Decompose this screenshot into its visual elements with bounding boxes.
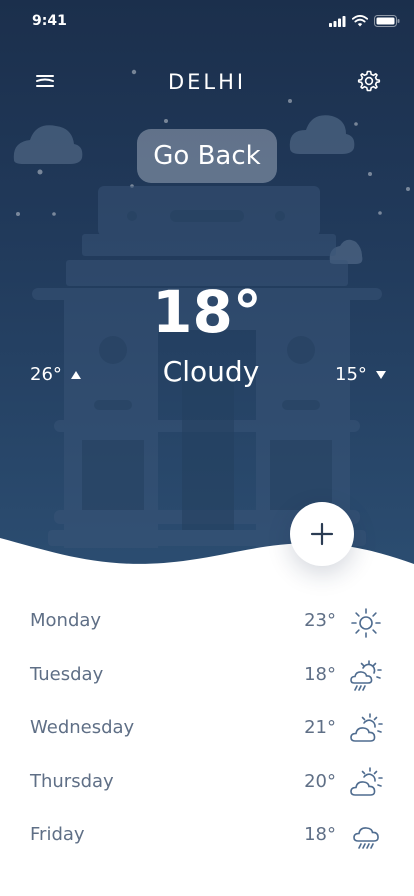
weather-hero: 9:41 DELHI Go Back 18° 26° Cloudy 15° [0, 0, 414, 590]
forecast-row-tuesday[interactable]: Tuesday 18° [0, 650, 414, 704]
status-bar: 9:41 [0, 0, 414, 44]
forecast-day: Monday [30, 610, 102, 631]
forecast-temperature: 20° [304, 770, 336, 792]
plus-icon [310, 522, 334, 546]
battery-icon [374, 15, 400, 27]
sun-rain-icon [350, 659, 382, 691]
low-temperature-value: 15° [335, 364, 367, 385]
forecast-list: Monday 23° Tuesday 18° Wednesday 21° Thu… [0, 596, 414, 864]
forecast-row-friday[interactable]: Friday 18° [0, 810, 414, 864]
forecast-day: Thursday [30, 770, 114, 792]
add-city-button[interactable] [290, 502, 354, 566]
partly-cloudy-icon [350, 766, 383, 796]
status-icons [329, 14, 400, 28]
sun-icon [351, 608, 381, 638]
forecast-day: Friday [30, 824, 85, 846]
partly-cloudy-icon [350, 713, 383, 742]
gear-icon [357, 70, 381, 92]
go-back-button[interactable]: Go Back [137, 129, 277, 183]
arrow-down-icon [375, 370, 386, 379]
forecast-temperature: 18° [304, 663, 336, 685]
current-temperature: 18° [152, 278, 262, 346]
settings-button[interactable] [354, 66, 384, 96]
forecast-row-monday[interactable]: Monday 23° [0, 596, 414, 650]
low-temperature: 15° [335, 364, 386, 385]
forecast-row-thursday[interactable]: Thursday 20° [0, 757, 414, 811]
rain-cloud-icon [353, 827, 379, 850]
forecast-temperature: 18° [304, 824, 336, 846]
status-time: 9:41 [32, 13, 67, 29]
cellular-signal-icon [329, 15, 346, 27]
forecast-temperature: 23° [304, 610, 336, 631]
forecast-temperature: 21° [304, 717, 336, 739]
forecast-row-wednesday[interactable]: Wednesday 21° [0, 703, 414, 757]
city-title: DELHI [167, 70, 247, 94]
wifi-icon [352, 15, 368, 27]
forecast-day: Tuesday [30, 663, 104, 685]
forecast-day: Wednesday [30, 717, 135, 739]
